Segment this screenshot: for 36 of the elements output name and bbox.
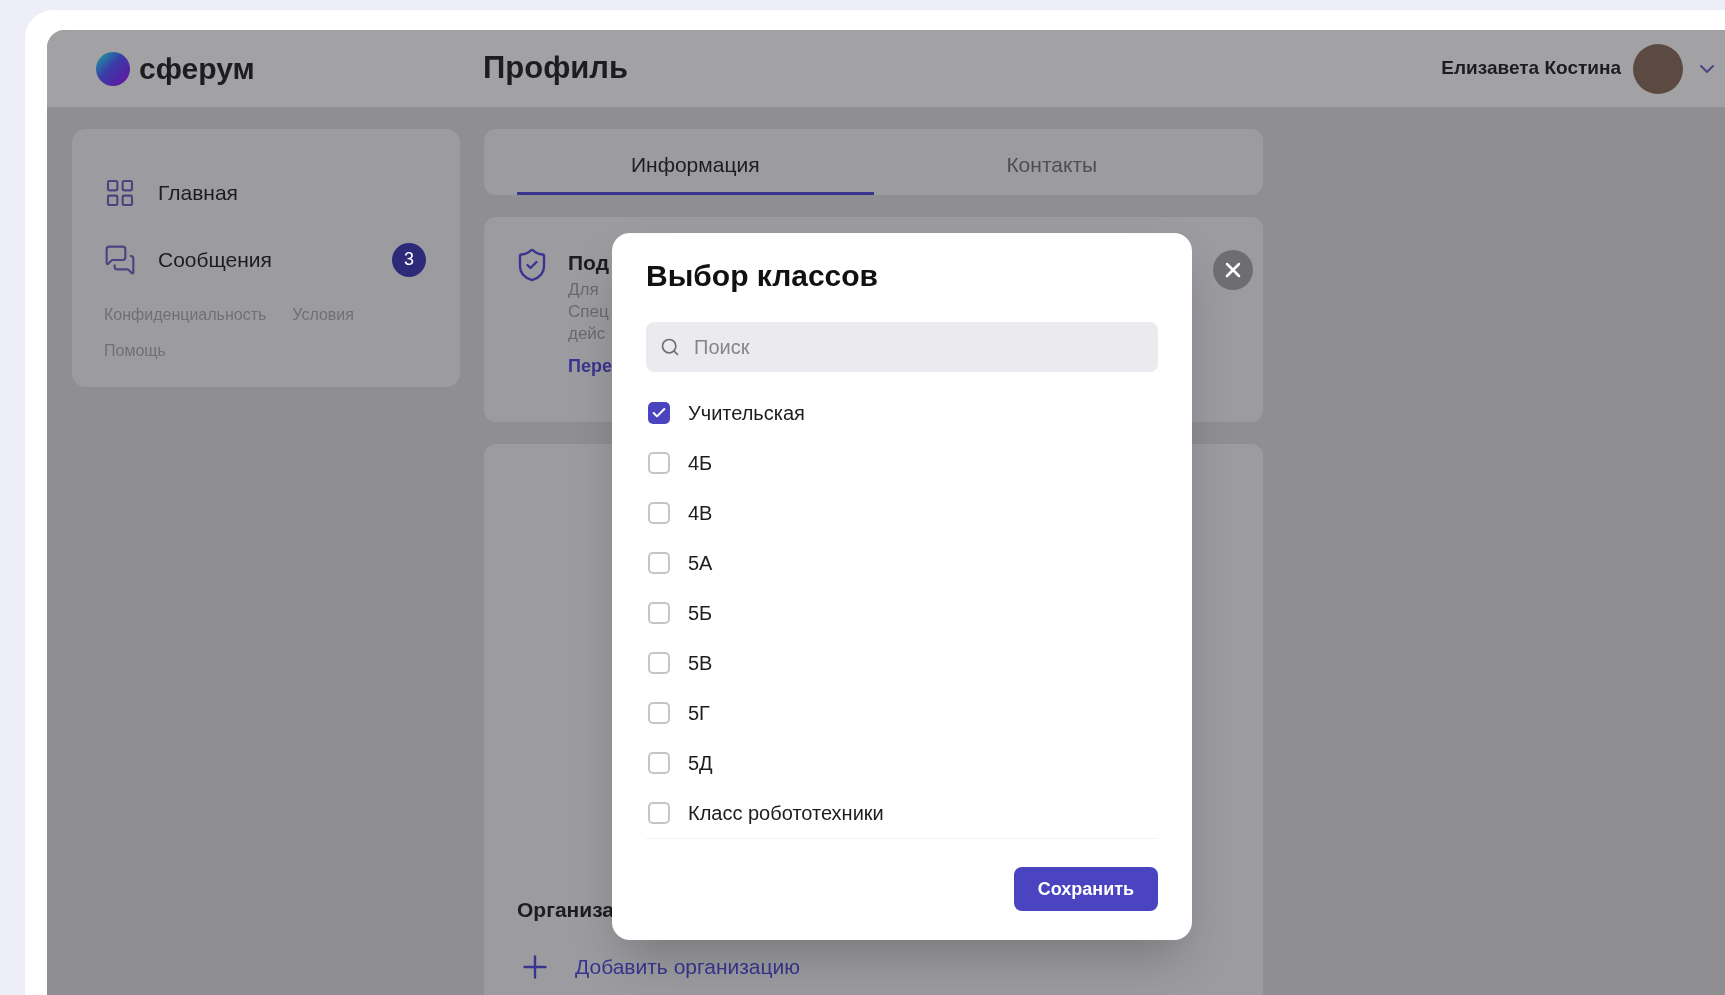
checkbox[interactable] (648, 802, 670, 824)
page-title: Профиль (483, 49, 629, 88)
section-title: Организа (517, 896, 615, 923)
class-option[interactable]: 5Д (646, 738, 1158, 788)
checkbox[interactable] (648, 652, 670, 674)
checkbox[interactable] (648, 452, 670, 474)
search-field[interactable]: Поиск (646, 322, 1158, 372)
checkbox[interactable] (648, 602, 670, 624)
user-name: Елизавета Костина (1441, 56, 1621, 81)
class-option[interactable]: 4В (646, 488, 1158, 538)
add-organization-link[interactable]: Добавить организацию (517, 949, 1230, 985)
search-icon (660, 337, 680, 357)
tab[interactable]: Информация (517, 129, 874, 195)
class-option[interactable]: Учительская (646, 388, 1158, 438)
card-link[interactable]: Пере (568, 352, 612, 380)
checkbox[interactable] (648, 552, 670, 574)
chat-icon (104, 243, 136, 276)
dialog-title: Выбор классов (646, 258, 880, 294)
card-title: Под (568, 250, 610, 276)
sphere-logo-icon (95, 50, 131, 87)
save-button[interactable]: Сохранить (1014, 867, 1158, 911)
class-option[interactable]: Класс робототехники (646, 788, 1158, 838)
class-option[interactable]: 4Б (646, 438, 1158, 488)
sidebar-item[interactable]: Главная (104, 159, 428, 226)
unread-count-badge: 3 (392, 242, 426, 277)
checkbox[interactable] (648, 752, 670, 774)
checkbox[interactable] (648, 402, 670, 424)
class-option[interactable]: 5В (646, 638, 1158, 688)
avatar[interactable] (1633, 43, 1683, 94)
logo-text: сферум (139, 53, 255, 84)
checkbox[interactable] (648, 702, 670, 724)
class-option[interactable]: 5Г (646, 688, 1158, 738)
sidebar-item[interactable]: Сообщения 3 (104, 226, 428, 293)
class-option[interactable]: 5Б (646, 588, 1158, 638)
checkbox[interactable] (648, 502, 670, 524)
class-option[interactable]: 5А (646, 538, 1158, 588)
